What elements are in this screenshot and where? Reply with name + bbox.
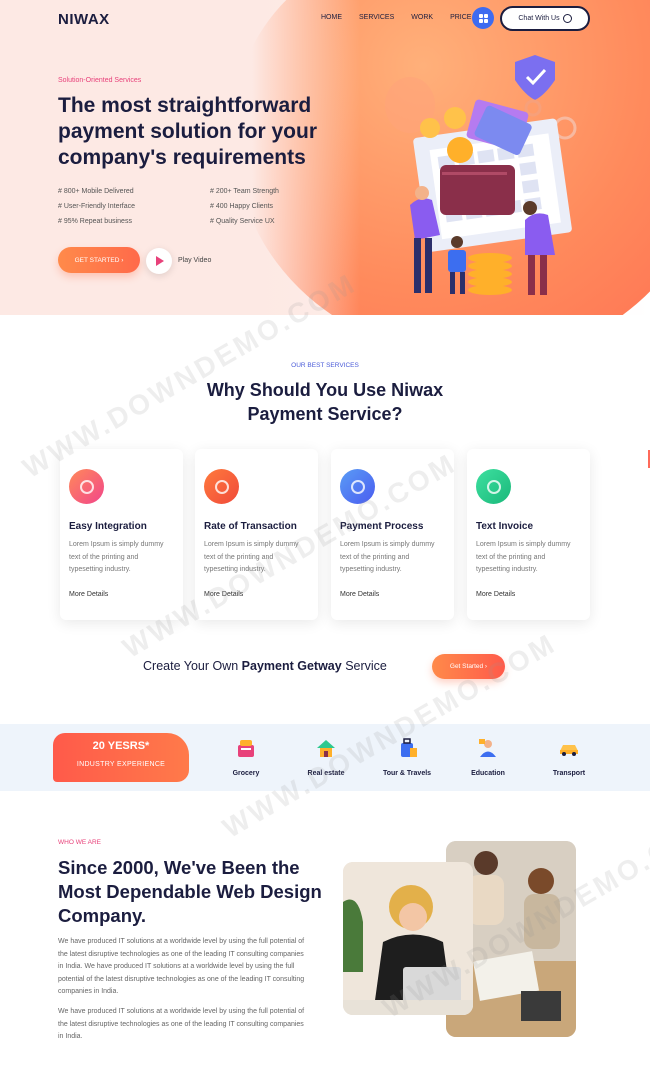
create-bold: Payment Getway	[241, 659, 342, 673]
service-card[interactable]: Text Invoice Lorem Ipsum is simply dummy…	[467, 449, 590, 620]
real-estate-icon	[317, 740, 335, 757]
more-details-link[interactable]: More Details	[476, 591, 581, 598]
services-tag: OUR BEST SERVICES	[291, 362, 359, 369]
industry-label: Education	[471, 770, 505, 777]
industry-transport[interactable]: Transport	[534, 737, 604, 777]
services-title: Why Should You Use Niwax Payment Service…	[0, 378, 650, 426]
about-title: Since 2000, We've Been the Most Dependab…	[58, 857, 322, 926]
industry-real-estate[interactable]: Real estate	[291, 737, 361, 777]
industry-grocery[interactable]: Grocery	[211, 737, 281, 777]
more-details-link[interactable]: More Details	[69, 591, 174, 598]
nav-home[interactable]: HOME	[321, 14, 342, 22]
service-card-desc: Lorem Ipsum is simply dummy text of the …	[204, 541, 299, 573]
service-card-title: Payment Process	[340, 521, 424, 532]
nav-services[interactable]: SERVICES	[359, 14, 394, 22]
service-card-title: Easy Integration	[69, 521, 147, 532]
grid-menu-icon[interactable]	[472, 7, 494, 29]
play-video-button[interactable]	[146, 248, 172, 274]
nav-price[interactable]: PRICE	[450, 14, 471, 22]
service-card[interactable]: Payment Process Lorem Ipsum is simply du…	[331, 449, 454, 620]
hero-features: # 800+ Mobile Delivered # 200+ Team Stre…	[58, 187, 358, 226]
feature-item: # 400 Happy Clients	[210, 203, 274, 210]
industry-label: Real estate	[307, 770, 345, 777]
chat-label: Chat With Us	[518, 15, 560, 22]
create-service-text: Create Your Own Payment Getway Service	[143, 659, 387, 673]
play-video-label[interactable]: Play Video	[178, 257, 211, 264]
feature-item: # 200+ Team Strength	[210, 188, 279, 195]
chat-with-us-button[interactable]: Chat With Us	[500, 6, 590, 31]
grocery-icon	[238, 740, 254, 757]
create-post: Service	[341, 659, 387, 673]
service-card-desc: Lorem Ipsum is simply dummy text of the …	[69, 541, 164, 573]
whatsapp-icon	[562, 14, 572, 23]
experience-badge: 20 YESRS* INDUSTRY EXPERIENCE	[53, 733, 189, 782]
service-card-title: Text Invoice	[476, 521, 534, 532]
main-nav: HOME SERVICES WORK PRICE	[321, 14, 488, 22]
play-icon	[156, 256, 164, 266]
services-title-line1: Why Should You Use Niwax	[206, 380, 444, 400]
experience-years: 20 YESRS*	[92, 740, 150, 752]
woman-with-laptop-photo	[343, 862, 473, 1015]
about-tag: WHO WE ARE	[58, 839, 101, 846]
feature-item: # 800+ Mobile Delivered	[58, 188, 134, 195]
payment-illustration	[385, 55, 577, 295]
industry-label: Transport	[552, 770, 586, 777]
about-paragraph-2: We have produced IT solutions at a world…	[58, 1008, 305, 1040]
invoice-icon	[476, 469, 511, 504]
industry-education[interactable]: Education	[453, 737, 523, 777]
about-paragraph: We have produced IT solutions at a world…	[58, 938, 305, 995]
transaction-icon	[204, 469, 239, 504]
site-logo[interactable]: NIWAX	[58, 11, 110, 28]
hero-tagline: Solution-Oriented Services	[58, 77, 142, 84]
service-card[interactable]: Easy Integration Lorem Ipsum is simply d…	[60, 449, 183, 620]
feature-item: # Quality Service UX	[210, 218, 275, 225]
more-details-link[interactable]: More Details	[340, 591, 445, 598]
payment-process-icon	[340, 469, 375, 504]
get-started-button[interactable]: GET STARTED ›	[58, 247, 140, 273]
create-pre: Create Your Own	[143, 659, 242, 673]
service-card-desc: Lorem Ipsum is simply dummy text of the …	[476, 541, 571, 573]
feature-item: # User-Friendly Interface	[58, 203, 136, 210]
education-icon	[479, 739, 496, 757]
service-card[interactable]: Rate of Transaction Lorem Ipsum is simpl…	[195, 449, 318, 620]
industry-label: Grocery	[232, 770, 260, 777]
experience-label: INDUSTRY EXPERIENCE	[76, 761, 166, 768]
service-card-title: Rate of Transaction	[204, 521, 297, 532]
service-card-desc: Lorem Ipsum is simply dummy text of the …	[340, 541, 435, 573]
hero-title: The most straightforward payment solutio…	[58, 94, 318, 169]
get-started-secondary-button[interactable]: Get Started ›	[432, 654, 505, 679]
industry-label: Tour & Travels	[382, 770, 432, 777]
services-title-line2: Payment Service?	[247, 404, 403, 424]
travel-icon	[401, 738, 417, 757]
industry-travel[interactable]: Tour & Travels	[372, 737, 442, 777]
nav-work[interactable]: WORK	[411, 14, 433, 22]
feature-item: # 95% Repeat business	[58, 218, 132, 225]
more-details-link[interactable]: More Details	[204, 591, 309, 598]
integration-icon	[69, 469, 104, 504]
transport-icon	[560, 745, 578, 756]
